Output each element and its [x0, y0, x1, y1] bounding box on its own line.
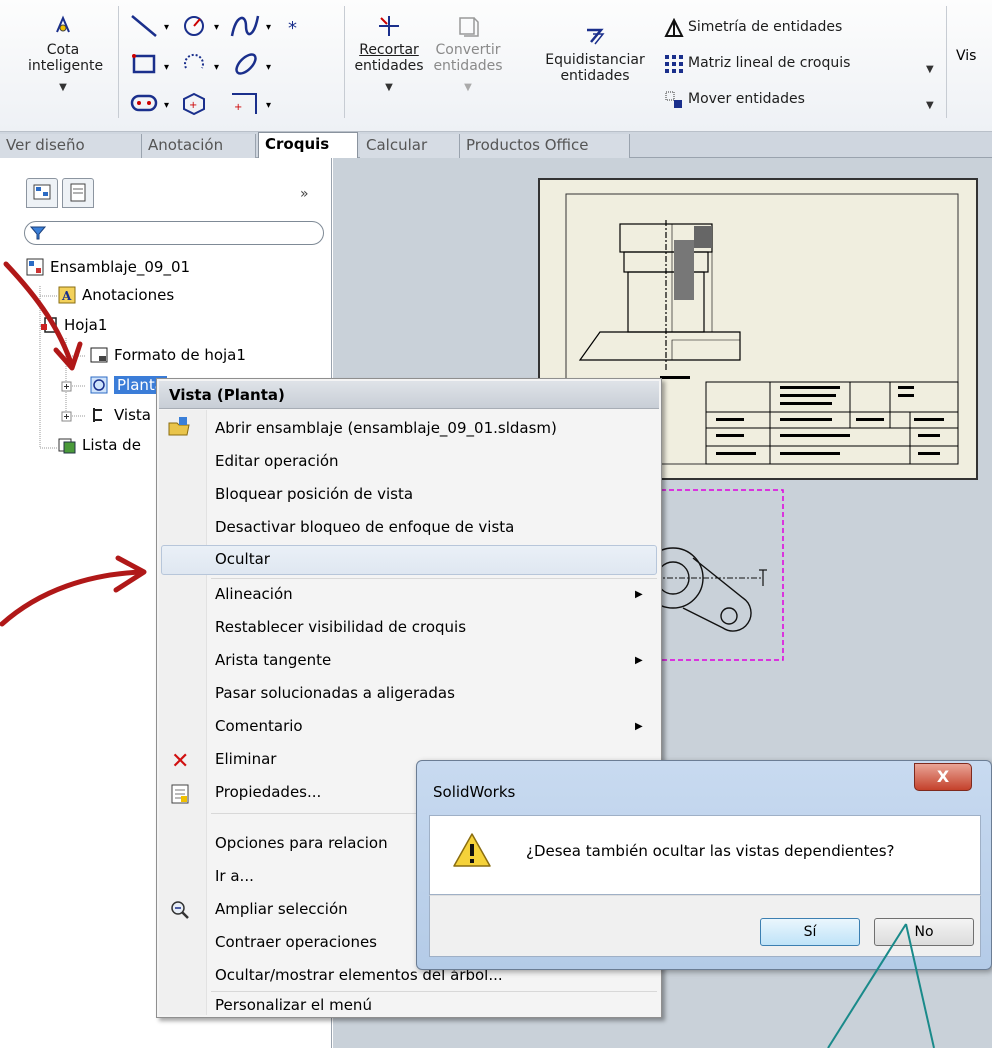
dialog-body: ¿Desea también ocultar las vistas depend… — [429, 815, 981, 895]
linear-pattern-icon — [664, 54, 683, 73]
dialog-message: ¿Desea también ocultar las vistas depend… — [526, 842, 895, 860]
convert-icon — [428, 14, 508, 42]
expand-panel-icon[interactable]: » — [300, 186, 309, 202]
trim-label-2: entidades — [354, 58, 424, 74]
svg-text:▾: ▾ — [164, 100, 169, 111]
svg-text:*: * — [288, 18, 297, 39]
menu-item-alignment[interactable]: Alineación — [215, 585, 293, 603]
linear-pattern-label: Matriz lineal de croquis — [688, 55, 851, 71]
tab-calcular[interactable]: Calcular — [360, 134, 460, 158]
planta-view-preview[interactable] — [623, 488, 883, 668]
offset-icon — [540, 24, 650, 52]
menu-item-comment[interactable]: Comentario — [215, 717, 303, 735]
properties-icon — [70, 183, 86, 202]
svg-text:▾: ▾ — [266, 22, 271, 33]
solidworks-dialog: SolidWorks X ¿Desea también ocultar las … — [416, 760, 992, 970]
offset-label-2: entidades — [560, 68, 630, 84]
dialog-close-button[interactable]: X — [914, 763, 972, 791]
vis-partial-label[interactable]: Vis — [956, 48, 976, 64]
menu-item-zoom-selection[interactable]: Ampliar selección — [215, 900, 348, 918]
featuremanager-tab[interactable] — [26, 178, 58, 208]
menu-item-unlock-view-focus[interactable]: Desactivar bloqueo de enfoque de vista — [215, 518, 514, 536]
tab-productos-office[interactable]: Productos Office — [460, 134, 630, 158]
svg-text:+: + — [189, 100, 197, 111]
chevron-down-icon[interactable]: ▼ — [926, 64, 934, 75]
smart-dimension-icon — [28, 14, 98, 42]
svg-text:▾: ▾ — [214, 22, 219, 33]
menu-item-resolved-to-lightweight[interactable]: Pasar solucionadas a aligeradas — [215, 684, 455, 702]
chevron-down-icon: ▼ — [464, 82, 472, 93]
trim-label-1: Recortar — [359, 42, 419, 58]
trim-entities-button[interactable]: Recortar entidades ▼ — [352, 14, 426, 93]
chevron-down-icon: ▼ — [59, 82, 67, 93]
menu-item-hide[interactable]: Ocultar — [215, 550, 270, 568]
convert-label-2: entidades — [433, 58, 503, 74]
menu-item-open-assembly[interactable]: Abrir ensamblaje (ensamblaje_09_01.sldas… — [215, 419, 557, 437]
chevron-down-icon[interactable]: ▼ — [926, 100, 934, 111]
mirror-icon — [664, 17, 684, 37]
move-label: Mover entidades — [688, 91, 805, 107]
open-assembly-icon — [167, 415, 191, 441]
sketch-tools-group: ▾ ▾ ▾ * ▾ ▾ ▾ ▾ + + ▾ — [128, 10, 348, 122]
command-manager-tabs: Ver diseño Anotación Croquis Calcular Pr… — [0, 132, 992, 159]
menu-item-customize-menu[interactable]: Personalizar el menú — [215, 996, 372, 1014]
tab-anotacion[interactable]: Anotación — [142, 134, 256, 158]
warning-icon — [452, 832, 492, 872]
menu-item-reset-sketch-visibility[interactable]: Restablecer visibilidad de croquis — [215, 618, 466, 636]
move-icon — [664, 90, 682, 108]
properties-icon — [169, 783, 191, 809]
svg-text:▾: ▾ — [266, 62, 271, 73]
smart-dimension-label-1: Cota — [46, 42, 80, 58]
mirror-entities-button[interactable]: Simetría de entidades — [664, 17, 843, 37]
delete-icon: ✕ — [171, 749, 190, 774]
menu-item-collapse-features[interactable]: Contraer operaciones — [215, 933, 377, 951]
menu-item-tangent-edge[interactable]: Arista tangente — [215, 651, 331, 669]
svg-text:▾: ▾ — [164, 62, 169, 73]
menu-item-go-to[interactable]: Ir a... — [215, 867, 254, 885]
submenu-arrow-icon: ▶ — [635, 655, 643, 666]
ribbon-toolbar: Cota inteligente ▼ ▾ ▾ ▾ * ▾ ▾ ▾ ▾ + + ▾… — [0, 0, 992, 132]
zoom-selection-icon — [169, 899, 191, 925]
dialog-footer: Sí No — [429, 895, 981, 957]
smart-dimension-label-2: inteligente — [28, 58, 104, 74]
yes-button[interactable]: Sí — [760, 918, 860, 946]
menu-item-lock-view-position[interactable]: Bloquear posición de vista — [215, 485, 413, 503]
svg-text:▾: ▾ — [164, 22, 169, 33]
no-button[interactable]: No — [874, 918, 974, 946]
menu-item-edit-feature[interactable]: Editar operación — [215, 452, 339, 470]
submenu-arrow-icon: ▶ — [635, 589, 643, 600]
menu-item-properties[interactable]: Propiedades... — [215, 783, 321, 801]
tab-croquis[interactable]: Croquis — [258, 132, 358, 159]
chevron-down-icon: ▼ — [385, 82, 393, 93]
svg-text:▾: ▾ — [214, 62, 219, 73]
menu-item-relation-options[interactable]: Opciones para relacion — [215, 834, 388, 852]
propertymanager-tab[interactable] — [62, 178, 94, 208]
offset-label-1: Equidistanciar — [545, 52, 645, 68]
red-annotation-arrows — [0, 261, 147, 627]
dialog-title: SolidWorks — [433, 783, 516, 801]
mirror-label: Simetría de entidades — [688, 19, 843, 35]
trim-icon — [352, 14, 426, 42]
move-entities-button[interactable]: Mover entidades — [664, 90, 805, 108]
svg-text:+: + — [234, 102, 242, 113]
tree-icon — [33, 184, 51, 200]
context-menu-title: Vista (Planta) — [159, 381, 659, 409]
smart-dimension-button[interactable]: Cota inteligente ▼ — [28, 14, 104, 93]
svg-text:▾: ▾ — [266, 100, 271, 111]
convert-entities-button[interactable]: Convertir entidades ▼ — [428, 14, 508, 93]
convert-label-1: Convertir — [435, 42, 501, 58]
menu-item-delete[interactable]: Eliminar — [215, 750, 276, 768]
offset-entities-button[interactable]: Equidistanciar entidades — [540, 24, 650, 84]
solidworks-window: Cota inteligente ▼ ▾ ▾ ▾ * ▾ ▾ ▾ ▾ + + ▾… — [0, 0, 992, 1048]
submenu-arrow-icon: ▶ — [635, 721, 643, 732]
linear-pattern-button[interactable]: Matriz lineal de croquis — [664, 54, 851, 73]
tab-ver-diseno[interactable]: Ver diseño — [0, 134, 142, 158]
